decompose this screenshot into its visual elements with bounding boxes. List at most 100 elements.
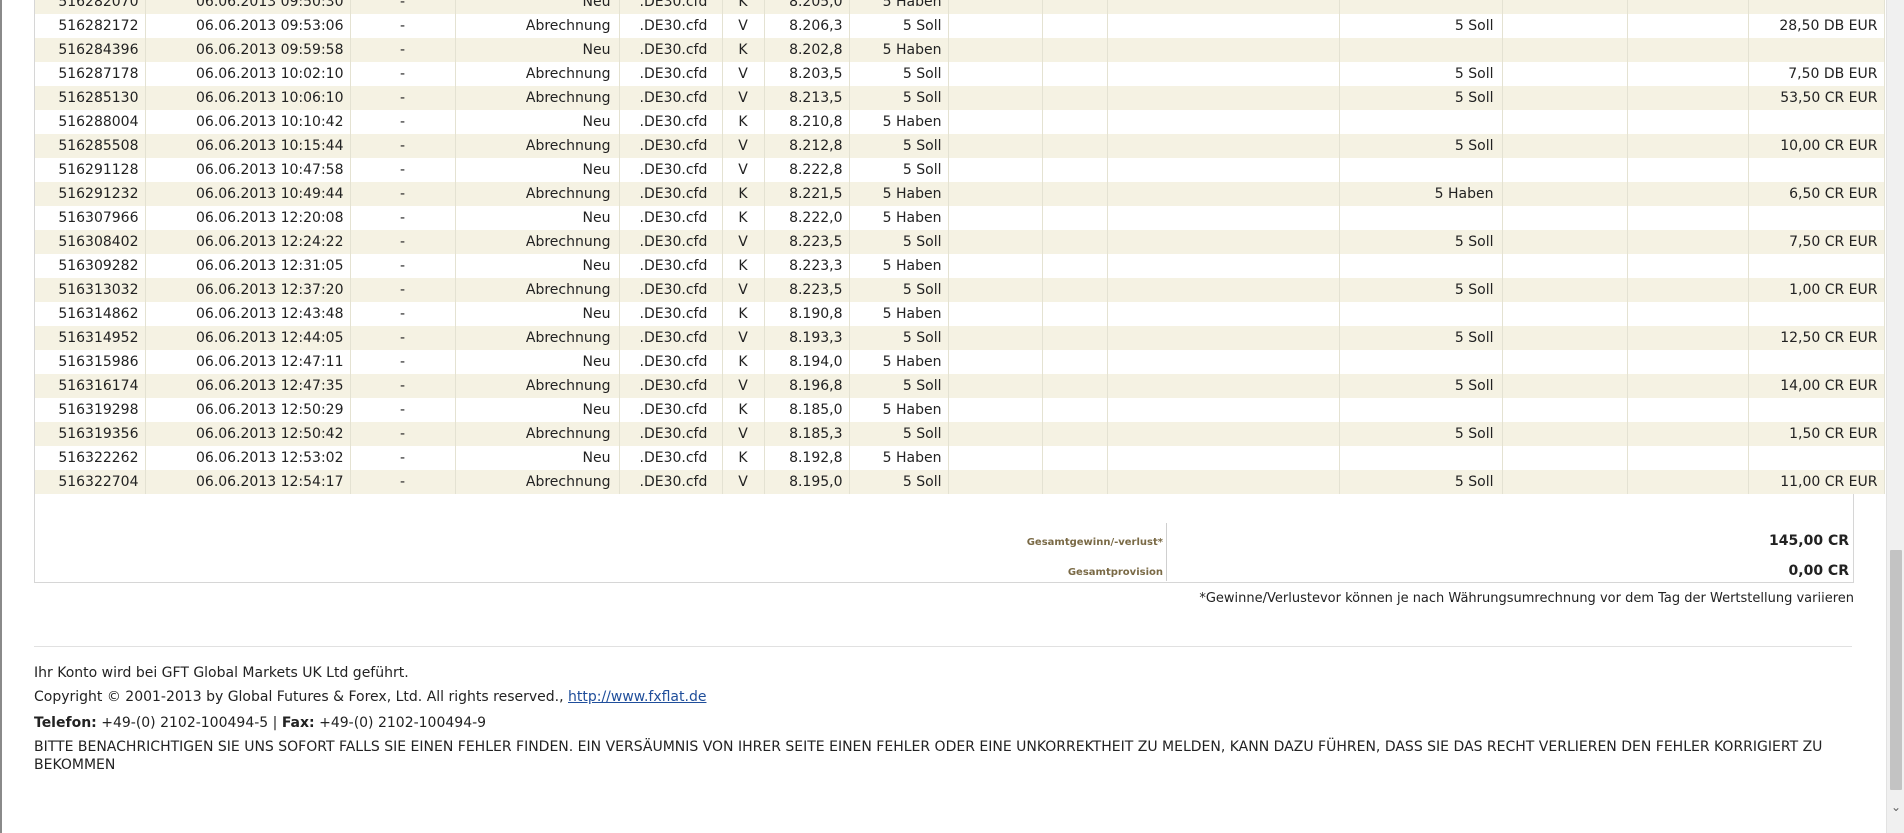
tx-type: Neu	[455, 398, 620, 422]
tx-side: V	[722, 422, 765, 446]
tx-id: 516288004	[35, 110, 146, 134]
tx-symbol: .DE30.cfd	[619, 86, 723, 110]
tx-id: 516285508	[35, 134, 146, 158]
error-notice: BITTE BENACHRICHTIGEN SIE UNS SOFORT FAL…	[34, 739, 1823, 773]
tx-side: K	[722, 206, 765, 230]
tx-pnl	[1748, 38, 1885, 62]
tx-side: V	[722, 62, 765, 86]
tx-ref: -	[350, 422, 456, 446]
tx-pnl	[1748, 254, 1885, 278]
tx-price: 8.185,0	[764, 398, 850, 422]
tx-empty	[1627, 446, 1749, 470]
tx-empty	[948, 374, 1043, 398]
tx-pnl	[1748, 446, 1885, 470]
window-frame-left	[0, 0, 2, 833]
tx-pnl: 6,50 CR EUR	[1748, 182, 1885, 206]
table-row: 516314862 06.06.2013 12:43:48- Neu .DE30.cf…	[35, 302, 1885, 326]
transaction-table-box: 516282070 06.06.2013 09:50:30- Neu .DE30.cf…	[34, 0, 1885, 583]
tx-quantity: 5 Haben	[849, 350, 949, 374]
tx-empty	[948, 422, 1043, 446]
tx-quantity: 5 Haben	[849, 254, 949, 278]
tx-side: V	[722, 158, 765, 182]
tx-ref: -	[350, 62, 456, 86]
tx-closed-qty: 5 Soll	[1339, 278, 1503, 302]
scrollbar-thumb[interactable]	[1890, 550, 1902, 790]
tx-empty	[1627, 302, 1749, 326]
tx-side: K	[722, 350, 765, 374]
tx-ref: -	[350, 158, 456, 182]
tx-closed-qty	[1339, 158, 1503, 182]
tx-datetime: 06.06.2013 10:49:44	[145, 182, 351, 206]
fax-label: Fax:	[281, 715, 315, 731]
fxflat-link[interactable]: http://www.fxflat.de	[568, 689, 706, 705]
tx-symbol: .DE30.cfd	[619, 470, 723, 494]
tx-empty	[948, 302, 1043, 326]
tx-symbol: .DE30.cfd	[619, 422, 723, 446]
tx-symbol: .DE30.cfd	[619, 14, 723, 38]
tx-empty	[1042, 62, 1108, 86]
tx-datetime: 06.06.2013 10:02:10	[145, 62, 351, 86]
table-row: 516315986 06.06.2013 12:47:11- Neu .DE30.cf…	[35, 350, 1885, 374]
transaction-rows: 516282070 06.06.2013 09:50:30- Neu .DE30.cf…	[35, 0, 1885, 494]
tx-empty	[948, 158, 1043, 182]
tx-datetime: 06.06.2013 12:20:08	[145, 206, 351, 230]
tx-type: Abrechnung	[455, 14, 620, 38]
vertical-scrollbar[interactable]: ⌄	[1886, 0, 1904, 833]
chevron-down-icon[interactable]: ⌄	[1890, 800, 1902, 814]
tx-pnl: 10,00 CR EUR	[1748, 134, 1885, 158]
tx-empty	[1502, 446, 1628, 470]
tx-type: Neu	[455, 350, 620, 374]
tx-empty	[1502, 38, 1628, 62]
tx-empty	[1627, 110, 1749, 134]
tx-empty	[1042, 398, 1108, 422]
tx-side: V	[722, 326, 765, 350]
tx-empty	[1042, 326, 1108, 350]
tx-ref: -	[350, 86, 456, 110]
tx-datetime: 06.06.2013 12:53:02	[145, 446, 351, 470]
footer-divider	[34, 646, 1852, 647]
tx-empty	[948, 326, 1043, 350]
tx-symbol: .DE30.cfd	[619, 158, 723, 182]
tx-side: V	[722, 470, 765, 494]
tx-closed-qty	[1339, 350, 1503, 374]
tx-id: 516307966	[35, 206, 146, 230]
tx-empty	[948, 134, 1043, 158]
tx-pnl: 53,50 CR EUR	[1748, 86, 1885, 110]
tx-empty	[1627, 86, 1749, 110]
tx-empty	[948, 110, 1043, 134]
tx-empty	[1502, 278, 1628, 302]
tx-empty	[1627, 422, 1749, 446]
tx-price: 8.190,8	[764, 302, 850, 326]
tx-empty	[948, 350, 1043, 374]
tx-empty	[948, 86, 1043, 110]
tx-empty	[1502, 86, 1628, 110]
tx-empty	[1107, 254, 1340, 278]
tx-pnl: 1,50 CR EUR	[1748, 422, 1885, 446]
tx-price: 8.193,3	[764, 326, 850, 350]
tx-empty	[1502, 422, 1628, 446]
tx-datetime: 06.06.2013 12:37:20	[145, 278, 351, 302]
tx-quantity: 5 Soll	[849, 374, 949, 398]
table-row: 516319298 06.06.2013 12:50:29- Neu .DE30.cf…	[35, 398, 1885, 422]
tx-empty	[1042, 206, 1108, 230]
tx-closed-qty: 5 Haben	[1339, 182, 1503, 206]
tx-price: 8.223,3	[764, 254, 850, 278]
transaction-table: 516282070 06.06.2013 09:50:30- Neu .DE30.cf…	[35, 0, 1885, 494]
tx-type: Abrechnung	[455, 86, 620, 110]
tx-datetime: 06.06.2013 12:43:48	[145, 302, 351, 326]
tx-id: 516282070	[35, 0, 146, 14]
tx-price: 8.185,3	[764, 422, 850, 446]
tx-empty	[1107, 446, 1340, 470]
table-row: 516316174 06.06.2013 12:47:35- Abrechnung.…	[35, 374, 1885, 398]
tx-type: Neu	[455, 0, 620, 14]
tx-type: Neu	[455, 302, 620, 326]
tx-closed-qty: 5 Soll	[1339, 470, 1503, 494]
tx-empty	[1502, 254, 1628, 278]
tx-datetime: 06.06.2013 10:10:42	[145, 110, 351, 134]
tx-empty	[948, 398, 1043, 422]
tx-empty	[948, 0, 1043, 14]
tx-side: K	[722, 398, 765, 422]
phone-label: Telefon:	[34, 715, 97, 731]
tx-closed-qty: 5 Soll	[1339, 422, 1503, 446]
tx-empty	[1107, 422, 1340, 446]
